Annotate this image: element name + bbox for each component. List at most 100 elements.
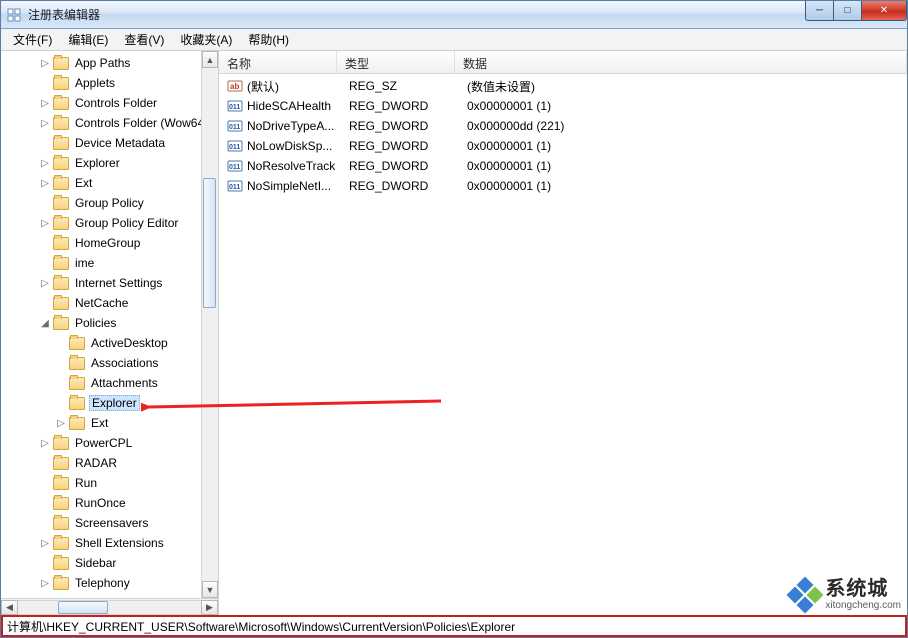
folder-icon: [53, 237, 69, 250]
menu-file[interactable]: 文件(F): [5, 28, 60, 51]
scroll-track[interactable]: [18, 600, 201, 615]
expand-icon[interactable]: ▷: [39, 177, 51, 189]
tree-item[interactable]: RADAR: [1, 453, 218, 473]
expand-icon[interactable]: [39, 297, 51, 309]
tree-item[interactable]: ▷Ext: [1, 173, 218, 193]
tree-item[interactable]: NetCache: [1, 293, 218, 313]
expand-icon[interactable]: [55, 377, 67, 389]
tree-item[interactable]: ActiveDesktop: [1, 333, 218, 353]
expand-icon[interactable]: [55, 337, 67, 349]
tree-item[interactable]: ▷Controls Folder: [1, 93, 218, 113]
tree-item[interactable]: ▷Controls Folder (Wow64): [1, 113, 218, 133]
tree-item[interactable]: ◢Policies: [1, 313, 218, 333]
expand-icon[interactable]: ▷: [39, 277, 51, 289]
maximize-button[interactable]: □: [833, 1, 861, 21]
expand-icon[interactable]: [39, 197, 51, 209]
value-data: 0x00000001 (1): [467, 159, 907, 173]
expand-icon[interactable]: [39, 477, 51, 489]
scroll-left-icon[interactable]: ◀: [1, 600, 18, 615]
expand-icon[interactable]: ▷: [39, 97, 51, 109]
dword-value-icon: 011: [227, 118, 243, 134]
value-name: HideSCAHealth: [247, 99, 349, 113]
tree-item[interactable]: ▷Ext: [1, 413, 218, 433]
col-data[interactable]: 数据: [455, 51, 907, 73]
expand-icon[interactable]: [39, 517, 51, 529]
expand-icon[interactable]: [39, 557, 51, 569]
tree[interactable]: ▷App PathsApplets▷Controls Folder▷Contro…: [1, 51, 218, 598]
tree-item[interactable]: HomeGroup: [1, 233, 218, 253]
menu-help[interactable]: 帮助(H): [240, 28, 297, 51]
value-row[interactable]: 011NoSimpleNetI...REG_DWORD0x00000001 (1…: [219, 176, 907, 196]
tree-item[interactable]: Group Policy: [1, 193, 218, 213]
folder-icon: [53, 497, 69, 510]
value-data: 0x00000001 (1): [467, 99, 907, 113]
expand-icon[interactable]: ▷: [55, 417, 67, 429]
scroll-down-icon[interactable]: ▼: [202, 581, 218, 598]
scroll-track[interactable]: [202, 68, 218, 581]
folder-icon: [53, 197, 69, 210]
tree-item[interactable]: ▷App Paths: [1, 53, 218, 73]
titlebar[interactable]: 注册表编辑器 ─ □ ✕: [1, 1, 907, 29]
tree-item-label: Telephony: [73, 576, 132, 590]
menu-view[interactable]: 查看(V): [116, 28, 172, 51]
tree-item[interactable]: Explorer: [1, 393, 218, 413]
expand-icon[interactable]: [55, 397, 67, 409]
scroll-thumb[interactable]: [58, 601, 108, 614]
tree-item[interactable]: Sidebar: [1, 553, 218, 573]
expand-icon[interactable]: ▷: [39, 577, 51, 589]
minimize-button[interactable]: ─: [805, 1, 833, 21]
tree-pane: ▷App PathsApplets▷Controls Folder▷Contro…: [1, 51, 219, 615]
scroll-thumb[interactable]: [203, 178, 216, 308]
value-row[interactable]: 011NoResolveTrackREG_DWORD0x00000001 (1): [219, 156, 907, 176]
tree-item[interactable]: ▷ Telephony: [1, 573, 218, 593]
expand-icon[interactable]: [39, 137, 51, 149]
expand-icon[interactable]: ▷: [39, 157, 51, 169]
tree-item[interactable]: ▷ PowerCPL: [1, 433, 218, 453]
value-row[interactable]: 011NoLowDiskSp...REG_DWORD0x00000001 (1): [219, 136, 907, 156]
tree-item[interactable]: ▷Internet Settings: [1, 273, 218, 293]
dword-value-icon: 011: [227, 178, 243, 194]
tree-item[interactable]: Associations: [1, 353, 218, 373]
expand-icon[interactable]: [39, 497, 51, 509]
value-row[interactable]: ab(默认)REG_SZ(数值未设置): [219, 76, 907, 96]
expand-icon[interactable]: [39, 237, 51, 249]
tree-item[interactable]: Applets: [1, 73, 218, 93]
close-button[interactable]: ✕: [861, 1, 907, 21]
tree-item[interactable]: Run: [1, 473, 218, 493]
tree-item[interactable]: Attachments: [1, 373, 218, 393]
value-row[interactable]: 011NoDriveTypeA...REG_DWORD0x000000dd (2…: [219, 116, 907, 136]
tree-hscrollbar[interactable]: ◀ ▶: [1, 598, 218, 615]
expand-icon[interactable]: ◢: [39, 317, 51, 329]
menu-edit[interactable]: 编辑(E): [60, 28, 116, 51]
tree-item[interactable]: RunOnce: [1, 493, 218, 513]
expand-icon[interactable]: [39, 457, 51, 469]
scroll-up-icon[interactable]: ▲: [202, 51, 218, 68]
regedit-window: 注册表编辑器 ─ □ ✕ 文件(F) 编辑(E) 查看(V) 收藏夹(A) 帮助…: [0, 0, 908, 638]
tree-item-label: Screensavers: [73, 516, 150, 530]
scroll-right-icon[interactable]: ▶: [201, 600, 218, 615]
expand-icon[interactable]: ▷: [39, 117, 51, 129]
expand-icon[interactable]: ▷: [39, 537, 51, 549]
expand-icon[interactable]: [55, 357, 67, 369]
tree-item[interactable]: Screensavers: [1, 513, 218, 533]
window-title: 注册表编辑器: [28, 6, 805, 23]
tree-item[interactable]: ▷Group Policy Editor: [1, 213, 218, 233]
menu-favorites[interactable]: 收藏夹(A): [172, 28, 240, 51]
expand-icon[interactable]: ▷: [39, 217, 51, 229]
value-row[interactable]: 011HideSCAHealthREG_DWORD0x00000001 (1): [219, 96, 907, 116]
expand-icon[interactable]: [39, 257, 51, 269]
tree-item-label: PowerCPL: [73, 436, 134, 450]
tree-item[interactable]: ▷Shell Extensions: [1, 533, 218, 553]
folder-icon: [53, 217, 69, 230]
tree-item[interactable]: Device Metadata: [1, 133, 218, 153]
expand-icon[interactable]: ▷: [39, 57, 51, 69]
value-list[interactable]: ab(默认)REG_SZ(数值未设置)011HideSCAHealthREG_D…: [219, 74, 907, 615]
col-type[interactable]: 类型: [337, 51, 455, 73]
folder-icon: [69, 337, 85, 350]
tree-vscrollbar[interactable]: ▲ ▼: [201, 51, 218, 598]
col-name[interactable]: 名称: [219, 51, 337, 73]
expand-icon[interactable]: ▷: [39, 437, 51, 449]
tree-item[interactable]: ▷Explorer: [1, 153, 218, 173]
expand-icon[interactable]: [39, 77, 51, 89]
tree-item[interactable]: ime: [1, 253, 218, 273]
